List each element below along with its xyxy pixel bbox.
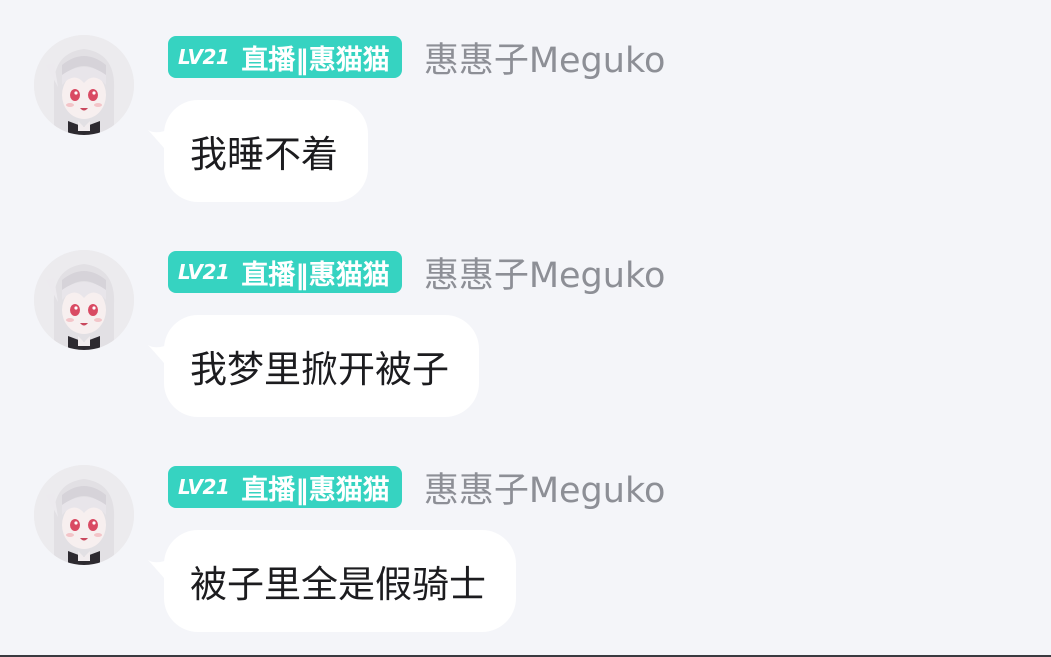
message-text: 我睡不着: [164, 100, 368, 202]
badge-text: 直播‖惠猫猫: [241, 44, 390, 76]
avatar-anime-girl-icon: [34, 35, 134, 135]
chat-message: LV21 直播‖惠猫猫 惠惠子Meguko 我梦里掀开被子: [0, 215, 1051, 425]
message-header: LV21 直播‖惠猫猫 惠惠子Meguko: [168, 35, 665, 81]
message-text: 被子里全是假骑士: [164, 530, 516, 632]
chat-message: LV21 直播‖惠猫猫 惠惠子Meguko 被子里全是假骑士: [0, 430, 1051, 640]
avatar-anime-girl-icon: [34, 250, 134, 350]
fan-medal-badge[interactable]: LV21 直播‖惠猫猫: [168, 36, 402, 78]
message-header: LV21 直播‖惠猫猫 惠惠子Meguko: [168, 250, 665, 296]
message-bubble[interactable]: 我睡不着: [148, 100, 368, 202]
message-header: LV21 直播‖惠猫猫 惠惠子Meguko: [168, 465, 665, 511]
message-text: 我梦里掀开被子: [164, 315, 479, 417]
fan-medal-badge[interactable]: LV21 直播‖惠猫猫: [168, 251, 402, 293]
badge-text: 直播‖惠猫猫: [241, 259, 390, 291]
chat-message-list: LV21 直播‖惠猫猫 惠惠子Meguko 我睡不着 LV21 直播‖惠猫猫 惠…: [0, 0, 1051, 655]
message-bubble[interactable]: 我梦里掀开被子: [148, 315, 479, 417]
username[interactable]: 惠惠子Meguko: [424, 247, 666, 298]
avatar[interactable]: [34, 465, 134, 565]
badge-level: LV21: [178, 475, 230, 499]
username[interactable]: 惠惠子Meguko: [424, 32, 666, 83]
badge-level: LV21: [178, 260, 230, 284]
avatar-anime-girl-icon: [34, 465, 134, 565]
avatar[interactable]: [34, 250, 134, 350]
chat-message: LV21 直播‖惠猫猫 惠惠子Meguko 我睡不着: [0, 0, 1051, 210]
username[interactable]: 惠惠子Meguko: [424, 462, 666, 513]
badge-level: LV21: [178, 45, 230, 69]
avatar[interactable]: [34, 35, 134, 135]
fan-medal-badge[interactable]: LV21 直播‖惠猫猫: [168, 466, 402, 508]
message-bubble[interactable]: 被子里全是假骑士: [148, 530, 516, 632]
badge-text: 直播‖惠猫猫: [241, 474, 390, 506]
